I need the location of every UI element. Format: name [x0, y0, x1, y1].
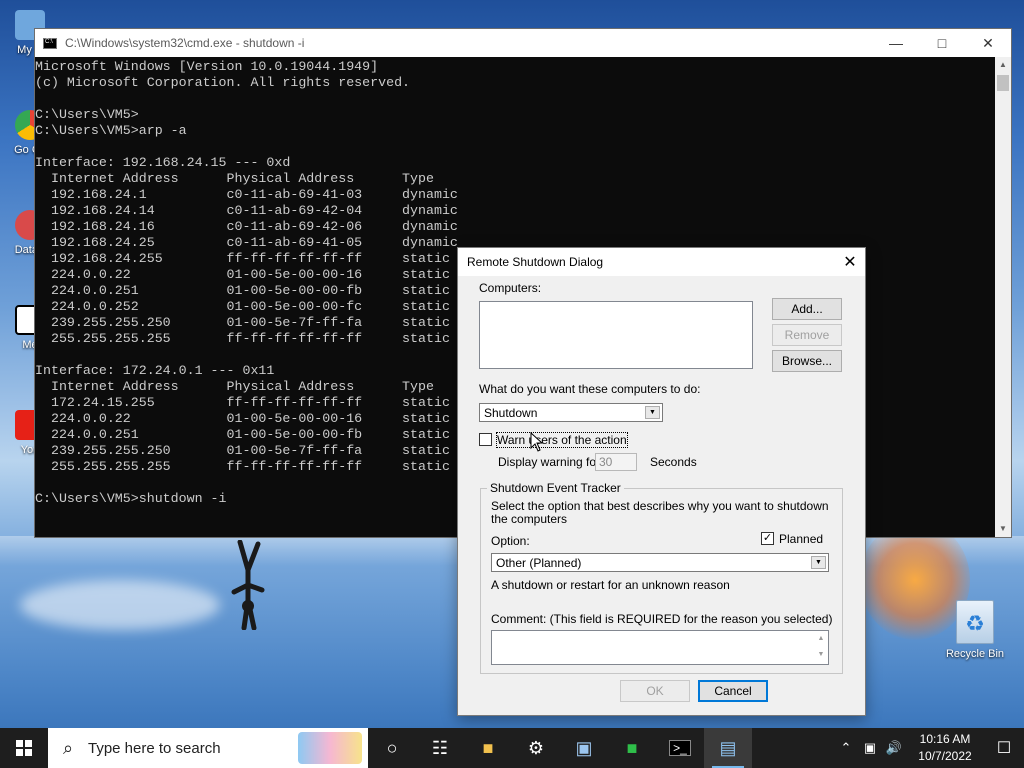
comment-textarea[interactable]: ▲ ▼ — [491, 630, 829, 665]
tracker-legend: Shutdown Event Tracker — [487, 481, 624, 495]
scroll-up-icon[interactable]: ▲ — [995, 57, 1011, 73]
system-tray: ⌃ ▣ 🔊 10:16 AM 10/7/2022 ☐ — [834, 728, 1024, 768]
recycle-bin-icon — [956, 600, 994, 644]
task-view-button[interactable]: ☷ — [416, 728, 464, 768]
dialog-titlebar[interactable]: Remote Shutdown Dialog ✕ — [458, 248, 865, 276]
cmd-scrollbar[interactable]: ▲ ▼ — [995, 57, 1011, 537]
action-question-label: What do you want these computers to do: — [479, 382, 701, 396]
ok-button[interactable]: OK — [620, 680, 690, 702]
option-select-value: Other (Planned) — [496, 555, 582, 570]
console-line: C:\Users\VM5> — [35, 107, 139, 122]
notification-icon[interactable]: ☐ — [984, 738, 1024, 758]
console-line: 192.168.24.16 c0-11-ab-69-42-06 dynamic — [35, 219, 458, 234]
action-select[interactable]: Shutdown ▼ — [479, 403, 663, 422]
handstand-figure — [231, 540, 265, 630]
warn-users-label[interactable]: Warn users of the action — [496, 432, 628, 448]
comment-label: Comment: (This field is REQUIRED for the… — [491, 612, 833, 626]
close-button[interactable]: ✕ — [965, 29, 1011, 57]
task-view-icon: ☷ — [431, 737, 449, 758]
clock-date: 10/7/2022 — [918, 749, 972, 763]
console-line: (c) Microsoft Corporation. All rights re… — [35, 75, 411, 90]
computers-listbox[interactable] — [479, 301, 753, 369]
green-app-icon: ■ — [626, 737, 638, 758]
taskbar-cmd[interactable]: >_ — [656, 728, 704, 768]
mouse-cursor-icon — [530, 432, 544, 452]
taskbar: ⌕ Type here to search ○ ☷ ■ ⚙ ▣ ■ >_ ▤ ⌃… — [0, 728, 1024, 768]
gear-icon: ⚙ — [527, 737, 545, 758]
comment-scrollbar[interactable]: ▲ ▼ — [814, 631, 828, 664]
cmd-titlebar[interactable]: C:\Windows\system32\cmd.exe - shutdown -… — [35, 29, 1011, 57]
console-line: 192.168.24.1 c0-11-ab-69-41-03 dynamic — [35, 187, 458, 202]
start-button[interactable] — [0, 728, 48, 768]
cancel-button[interactable]: Cancel — [698, 680, 768, 702]
cmd-app-icon — [43, 37, 57, 49]
remote-desktop-icon: ▣ — [575, 737, 593, 758]
action-select-value: Shutdown — [484, 405, 538, 420]
option-description: A shutdown or restart for an unknown rea… — [491, 578, 730, 592]
console-line: C:\Users\VM5>arp -a — [35, 123, 187, 138]
search-highlight-art — [298, 732, 362, 764]
add-button[interactable]: Add... — [772, 298, 842, 320]
display-warning-label: Display warning for — [498, 455, 601, 469]
windows-logo-icon — [16, 740, 32, 756]
taskbar-settings[interactable]: ⚙ — [512, 728, 560, 768]
console-line: Microsoft Windows [Version 10.0.19044.19… — [35, 59, 379, 74]
taskbar-shutdown-dialog[interactable]: ▤ — [704, 728, 752, 768]
clock[interactable]: 10:16 AM 10/7/2022 — [906, 731, 984, 765]
console-line: Internet Address Physical Address Type — [35, 171, 434, 186]
cmd-window-title: C:\Windows\system32\cmd.exe - shutdown -… — [65, 36, 305, 50]
option-label: Option: — [491, 534, 530, 548]
tracker-instructions: Select the option that best describes wh… — [491, 499, 829, 526]
folder-icon: ■ — [482, 737, 494, 758]
planned-label: Planned — [779, 532, 824, 546]
dialog-title: Remote Shutdown Dialog — [467, 255, 604, 269]
network-icon[interactable]: ▣ — [858, 740, 882, 756]
taskbar-green-app[interactable]: ■ — [608, 728, 656, 768]
cloud — [20, 580, 220, 630]
remote-shutdown-dialog[interactable]: Remote Shutdown Dialog ✕ Computers: Add.… — [457, 247, 866, 716]
minimize-button[interactable]: — — [873, 29, 919, 57]
maximize-button[interactable]: □ — [919, 29, 965, 57]
taskbar-file-explorer[interactable]: ■ — [464, 728, 512, 768]
warning-seconds-input[interactable]: 30 — [595, 453, 637, 471]
console-line: 192.168.24.14 c0-11-ab-69-42-04 dynamic — [35, 203, 458, 218]
planned-checkbox[interactable]: ✓ — [761, 532, 774, 545]
seconds-label: Seconds — [650, 455, 697, 469]
console-line: Interface: 192.168.24.15 --- 0xd — [35, 155, 291, 170]
scroll-thumb[interactable] — [997, 75, 1009, 91]
dialog-close-button[interactable]: ✕ — [835, 248, 865, 276]
shutdown-event-tracker-group: Shutdown Event Tracker Select the option… — [480, 481, 843, 674]
option-select[interactable]: Other (Planned) ▼ — [491, 553, 829, 572]
chevron-up-icon[interactable]: ⌃ — [834, 740, 858, 756]
cortana-button[interactable]: ○ — [368, 728, 416, 768]
taskbar-remote-desktop[interactable]: ▣ — [560, 728, 608, 768]
scroll-down-icon[interactable]: ▼ — [995, 521, 1011, 537]
computers-label: Computers: — [479, 281, 542, 295]
chevron-down-icon[interactable]: ▼ — [645, 406, 660, 419]
taskbar-search-box[interactable]: ⌕ Type here to search — [48, 728, 368, 768]
browse-button[interactable]: Browse... — [772, 350, 842, 372]
cortana-icon: ○ — [386, 737, 398, 758]
chevron-down-icon[interactable]: ▼ — [811, 556, 826, 569]
terminal-icon: >_ — [669, 740, 691, 756]
warn-users-checkbox[interactable] — [479, 433, 492, 446]
search-icon: ⌕ — [62, 737, 74, 758]
remove-button[interactable]: Remove — [772, 324, 842, 346]
volume-icon[interactable]: 🔊 — [882, 740, 906, 756]
desktop-icon-recycle-bin[interactable]: Recycle Bin — [940, 600, 1010, 660]
clock-time: 10:16 AM — [919, 732, 971, 746]
search-placeholder: Type here to search — [88, 739, 221, 757]
dialog-window-icon: ▤ — [719, 737, 737, 758]
